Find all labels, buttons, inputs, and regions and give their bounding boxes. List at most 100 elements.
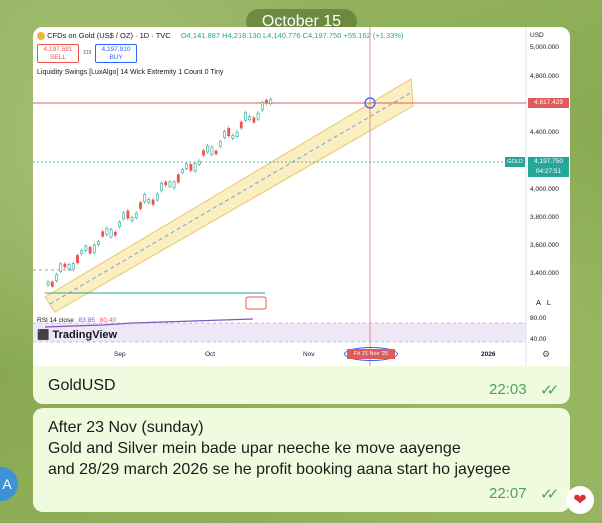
y-tick: 4,400.000 xyxy=(530,129,559,136)
tradingview-logo-icon: ⬛ xyxy=(37,330,50,341)
countdown: 04:27:51 xyxy=(535,168,562,175)
read-checks-icon: ✓✓ xyxy=(540,382,559,399)
candle-body xyxy=(265,99,268,104)
avatar-letter: A xyxy=(2,476,12,492)
sell-label: SELL xyxy=(50,54,66,61)
heart-reaction-icon[interactable]: ❤ xyxy=(566,486,594,514)
candle-body xyxy=(130,217,134,222)
candle-body xyxy=(206,145,210,153)
sell-button[interactable]: 4,197.591 SELL xyxy=(37,44,79,63)
current-price: 4,197.750 xyxy=(534,158,563,165)
candle-body xyxy=(223,131,226,138)
candle-body xyxy=(256,112,260,120)
candle-body xyxy=(210,146,214,155)
sell-price: 4,197.591 xyxy=(43,46,73,53)
candle-body xyxy=(235,131,239,137)
candle-body xyxy=(80,250,84,254)
candle-body xyxy=(101,231,105,237)
scale-buttons[interactable]: A L xyxy=(536,298,551,307)
candle-body xyxy=(197,160,201,165)
candle-body xyxy=(248,116,252,121)
candle-body xyxy=(97,241,100,246)
rsi-header: RSI 14 close 83.85 80.40 xyxy=(37,317,116,324)
candle-body xyxy=(218,141,222,147)
buy-button[interactable]: 4,197.910 BUY xyxy=(95,44,137,63)
candle-body xyxy=(160,182,163,191)
candle-body xyxy=(168,181,172,187)
candle-body xyxy=(59,263,63,272)
buy-price: 4,197.910 xyxy=(101,46,131,53)
candle-body xyxy=(113,231,117,236)
message-text: GoldUSD xyxy=(48,377,116,394)
candle-body xyxy=(172,181,176,189)
candle-body xyxy=(164,181,168,186)
candle-body xyxy=(63,263,67,268)
y-tick: 3,400.000 xyxy=(530,270,559,277)
candle-body xyxy=(88,246,92,254)
message-time: 22:03 xyxy=(489,381,527,398)
candle-body xyxy=(92,244,96,253)
gold-symbol-label: GOLD xyxy=(505,157,525,167)
chart-title: CFDs on Gold (US$ / OZ) · 1D · TVC xyxy=(47,31,171,40)
candle-body xyxy=(227,127,231,137)
candle-body xyxy=(269,98,273,105)
rsi-value-2: 80.40 xyxy=(99,317,117,324)
message-line: Gold and Silver mein bade upar neeche ke… xyxy=(48,440,461,457)
candle-body xyxy=(118,221,121,227)
candle-body xyxy=(84,245,88,251)
candle-body xyxy=(252,117,256,123)
candle-body xyxy=(126,210,130,219)
candle-body xyxy=(143,194,147,203)
candle-body xyxy=(176,174,180,183)
candle-body xyxy=(202,150,205,156)
candle-body xyxy=(214,150,218,155)
read-checks-icon: ✓✓ xyxy=(540,486,559,503)
spread-value: 319 xyxy=(83,50,92,56)
x-tick: Oct xyxy=(205,351,216,358)
candle-body xyxy=(134,212,138,219)
candle-body xyxy=(122,212,126,220)
candle-body xyxy=(239,121,243,129)
chart-ohlc: O4,141.887 H4,218.130 L4,140.776 C4,197.… xyxy=(180,31,404,40)
indicator-label: Liquidity Swings [LuxAlgo] 14 Wick Extre… xyxy=(37,69,224,76)
brand-name: TradingView xyxy=(52,329,118,341)
candle-body xyxy=(189,164,193,171)
candle-body xyxy=(260,102,264,111)
x-highlight-label: Fri 21 Nov '25 xyxy=(347,349,395,359)
rsi-lower-tick: 40.00 xyxy=(530,336,547,343)
candle-body xyxy=(147,199,151,203)
rsi-value-1: 83.85 xyxy=(78,317,95,324)
red-level-label: 4,617.429 xyxy=(528,98,569,108)
message-line: After 23 Nov (sunday) xyxy=(48,419,204,436)
y-tick: 4,000.000 xyxy=(530,186,559,193)
gold-chart xyxy=(33,27,570,366)
candle-body xyxy=(244,112,247,121)
y-tick: 4,800.000 xyxy=(530,73,559,80)
x-tick: Sep xyxy=(114,351,126,358)
candle-body xyxy=(55,274,58,282)
candle-body xyxy=(155,193,159,201)
message-line: and 28/29 march 2026 se he profit bookin… xyxy=(48,461,511,478)
x-tick: 2026 xyxy=(481,351,496,358)
y-tick: 5,000.000 xyxy=(530,44,559,51)
candle-body xyxy=(50,281,54,287)
candle-body xyxy=(139,202,142,209)
candle-body xyxy=(71,263,75,270)
buy-label: BUY xyxy=(109,54,123,61)
chart-image[interactable]: CFDs on Gold (US$ / OZ) · 1D · TVC O4,14… xyxy=(33,27,570,366)
rsi-upper-tick: 80.00 xyxy=(530,315,547,322)
message-bubble-chart[interactable]: CFDs on Gold (US$ / OZ) · 1D · TVC O4,14… xyxy=(33,27,570,404)
message-bubble-text[interactable]: After 23 Nov (sunday) Gold and Silver me… xyxy=(33,408,570,512)
settings-icon[interactable]: ⚙ xyxy=(542,349,550,360)
candle-body xyxy=(151,199,155,205)
chart-header: CFDs on Gold (US$ / OZ) · 1D · TVC O4,14… xyxy=(37,31,404,41)
message-time: 22:07 xyxy=(489,485,527,502)
currency-label: USD xyxy=(530,32,544,39)
rsi-label: RSI 14 close xyxy=(37,317,74,324)
current-price-label: 4,197.750 04:27:51 xyxy=(528,157,569,177)
x-tick: Nov xyxy=(303,351,315,358)
candle-body xyxy=(109,229,113,238)
candle-body xyxy=(193,163,197,172)
gold-symbol-icon xyxy=(37,32,45,41)
candle-body xyxy=(76,254,79,264)
